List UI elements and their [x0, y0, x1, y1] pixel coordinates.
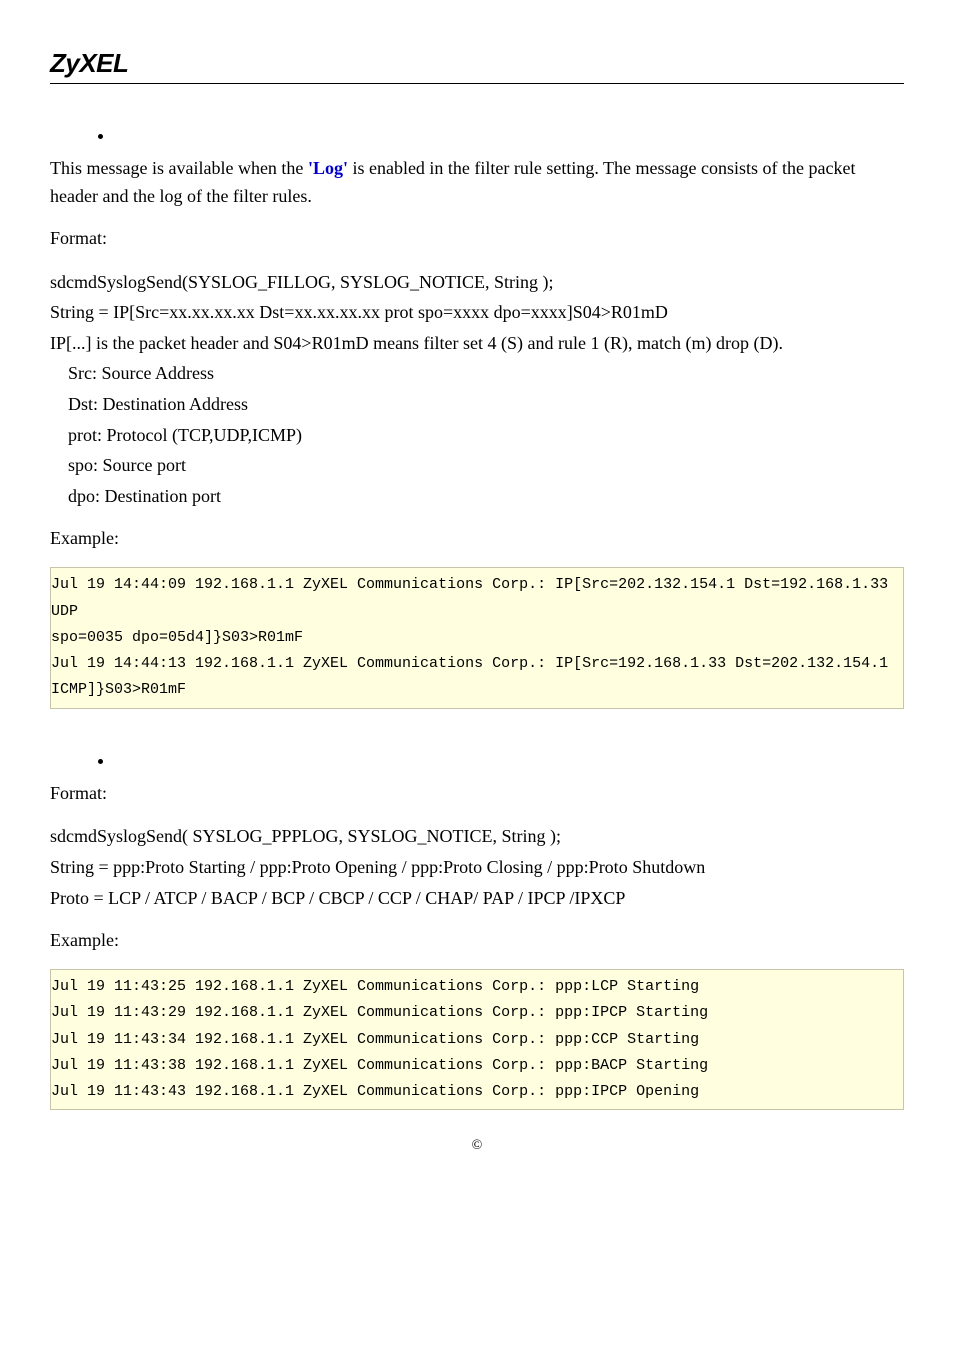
bullet-dot-icon — [98, 134, 103, 139]
document-page: ZyXEL This message is available when the… — [0, 0, 954, 1194]
page-footer: © — [50, 1138, 904, 1154]
brand-logo: ZyXEL — [50, 48, 904, 79]
format-label-2: Format: — [50, 780, 904, 808]
example-label-1: Example: — [50, 525, 904, 553]
intro-paragraph: This message is available when the 'Log'… — [50, 155, 904, 211]
format-line: sdcmdSyslogSend(SYSLOG_FILLOG, SYSLOG_NO… — [50, 267, 904, 298]
format-line: IP[...] is the packet header and S04>R01… — [50, 328, 904, 359]
format-label-1: Format: — [50, 225, 904, 253]
intro-text-pre: This message is available when the — [50, 158, 308, 178]
format-field-spo: spo: Source port — [50, 450, 904, 481]
log-line: Jul 19 11:43:38 192.168.1.1 ZyXEL Commun… — [51, 1053, 903, 1079]
format-line: String = ppp:Proto Starting / ppp:Proto … — [50, 852, 904, 883]
log-line: Jul 19 14:44:09 192.168.1.1 ZyXEL Commun… — [51, 572, 903, 625]
page-header: ZyXEL — [50, 48, 904, 84]
format-field-src: Src: Source Address — [50, 358, 904, 389]
format-field-prot: prot: Protocol (TCP,UDP,ICMP) — [50, 420, 904, 451]
format-line: Proto = LCP / ATCP / BACP / BCP / CBCP /… — [50, 883, 904, 914]
format-block-1: sdcmdSyslogSend(SYSLOG_FILLOG, SYSLOG_NO… — [50, 267, 904, 512]
bullet-item-1 — [98, 134, 904, 139]
log-line: Jul 19 11:43:34 192.168.1.1 ZyXEL Commun… — [51, 1027, 903, 1053]
format-line: String = IP[Src=xx.xx.xx.xx Dst=xx.xx.xx… — [50, 297, 904, 328]
log-line: Jul 19 11:43:25 192.168.1.1 ZyXEL Commun… — [51, 974, 903, 1000]
log-line: Jul 19 11:43:29 192.168.1.1 ZyXEL Commun… — [51, 1000, 903, 1026]
format-field-dpo: dpo: Destination port — [50, 481, 904, 512]
example-label-2: Example: — [50, 927, 904, 955]
example-box-1: Jul 19 14:44:09 192.168.1.1 ZyXEL Commun… — [50, 567, 904, 708]
log-link[interactable]: 'Log' — [308, 158, 348, 178]
bullet-dot-icon — [98, 759, 103, 764]
log-line: Jul 19 14:44:13 192.168.1.1 ZyXEL Commun… — [51, 651, 903, 677]
format-field-dst: Dst: Destination Address — [50, 389, 904, 420]
example-box-2: Jul 19 11:43:25 192.168.1.1 ZyXEL Commun… — [50, 969, 904, 1110]
log-line: ICMP]}S03>R01mF — [51, 677, 903, 703]
log-line: Jul 19 11:43:43 192.168.1.1 ZyXEL Commun… — [51, 1079, 903, 1105]
bullet-item-2 — [98, 759, 904, 764]
format-block-2: sdcmdSyslogSend( SYSLOG_PPPLOG, SYSLOG_N… — [50, 821, 904, 913]
log-line: spo=0035 dpo=05d4]}S03>R01mF — [51, 625, 903, 651]
format-line: sdcmdSyslogSend( SYSLOG_PPPLOG, SYSLOG_N… — [50, 821, 904, 852]
